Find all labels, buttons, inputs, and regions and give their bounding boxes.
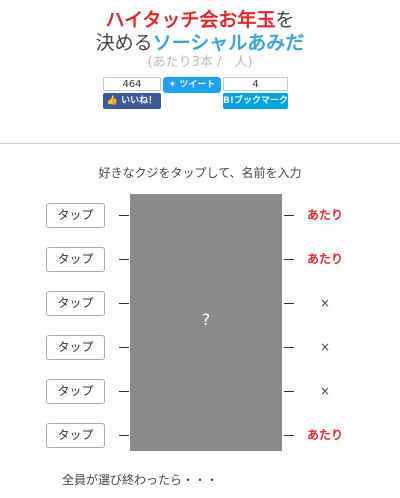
line-left-3 xyxy=(119,303,129,304)
tap-button-1[interactable]: タップ xyxy=(46,203,105,228)
result-1: あたり xyxy=(306,208,343,222)
tap-button-3[interactable]: タップ xyxy=(46,291,105,316)
line-right-1 xyxy=(284,215,294,216)
line-left-5 xyxy=(119,391,129,392)
divider xyxy=(0,143,400,144)
line-right-2 xyxy=(284,259,294,260)
hatena-bookmark-button[interactable]: B!ブックマーク xyxy=(223,93,288,109)
line-right-4 xyxy=(284,347,294,348)
tap-button-5[interactable]: タップ xyxy=(46,379,105,404)
line-left-6 xyxy=(119,435,129,436)
line-left-1 xyxy=(119,215,129,216)
result-6: あたり xyxy=(306,428,343,442)
amida-board: ? xyxy=(130,194,282,451)
result-3: × xyxy=(319,296,331,310)
twitter-bird-icon: ✦ xyxy=(168,80,177,90)
social-share-bar: 464 👍 いいね！ ✦ ツイート 4 B!ブックマーク xyxy=(103,77,288,109)
title-highlight-red: ハイタッチ会お年玉 xyxy=(105,9,276,31)
title-suffix: を xyxy=(275,9,295,31)
result-5: × xyxy=(319,384,331,398)
thumbs-up-icon: 👍 xyxy=(106,96,119,106)
title-highlight-blue: ソーシャルあみだ xyxy=(152,32,305,54)
tweet-button[interactable]: ✦ ツイート xyxy=(163,77,221,93)
line-right-5 xyxy=(284,391,294,392)
facebook-count: 464 xyxy=(103,77,161,91)
instruction-text: 好きなクジをタップして、名前を入力 xyxy=(98,166,302,180)
hidden-ladder-mark: ? xyxy=(201,310,211,329)
tap-button-2[interactable]: タップ xyxy=(46,247,105,272)
line-left-4 xyxy=(119,347,129,348)
line-left-2 xyxy=(119,259,129,260)
title-prefix: 決める xyxy=(95,32,153,54)
result-2: あたり xyxy=(306,252,343,266)
line-right-3 xyxy=(284,303,294,304)
page-title-line1: ハイタッチ会お年玉を xyxy=(0,8,400,32)
line-right-6 xyxy=(284,435,294,436)
tap-button-4[interactable]: タップ xyxy=(46,335,105,360)
facebook-like-label: いいね！ xyxy=(121,96,158,106)
hatena-count: 4 xyxy=(223,77,288,91)
result-4: × xyxy=(319,340,331,354)
footer-text: 全員が選び終わったら・・・ xyxy=(62,473,219,487)
subtitle: (あたり3本 / 人) xyxy=(147,55,253,70)
page-title-line2: 決めるソーシャルあみだ xyxy=(0,31,400,55)
tweet-label: ツイート xyxy=(179,80,216,90)
tap-button-6[interactable]: タップ xyxy=(46,423,105,448)
facebook-like-button[interactable]: 👍 いいね！ xyxy=(103,93,161,109)
